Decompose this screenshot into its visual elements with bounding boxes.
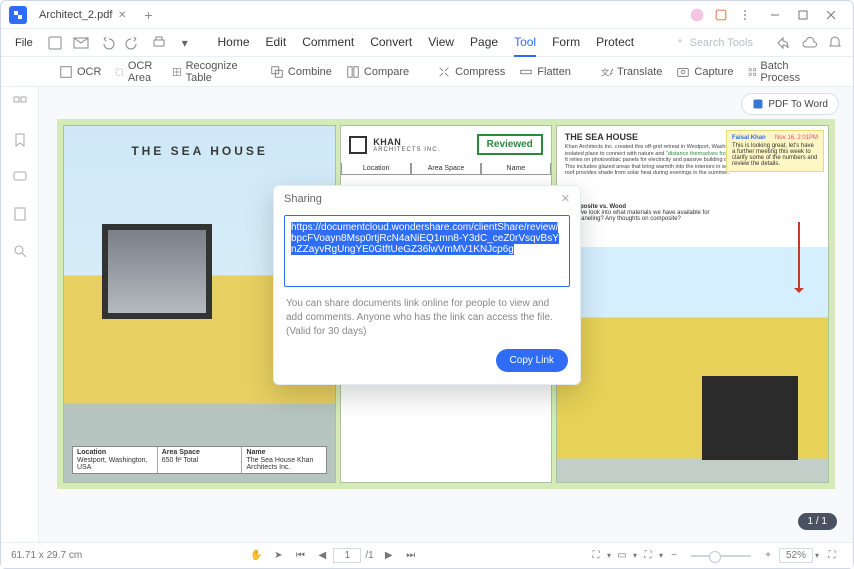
fit-width-icon[interactable]: ⛶ bbox=[589, 549, 603, 563]
zoom-out-icon[interactable]: − bbox=[667, 549, 681, 563]
recognize-table-button[interactable]: Recognize Table bbox=[172, 60, 242, 84]
sticky-note[interactable]: Faisal KhanNov 16, 2:01PM This is lookin… bbox=[726, 130, 824, 172]
page-total: /1 bbox=[365, 550, 373, 561]
display-mode-icon[interactable]: ▭ bbox=[615, 549, 629, 563]
word-icon bbox=[752, 98, 764, 110]
save-icon[interactable] bbox=[47, 35, 63, 51]
khan-logo-icon bbox=[349, 136, 367, 154]
tab-page[interactable]: Page bbox=[470, 29, 498, 57]
chat-icon[interactable] bbox=[12, 169, 28, 188]
last-page-icon[interactable]: ⏭ bbox=[404, 549, 418, 563]
tab-title: Architect_2.pdf bbox=[39, 9, 112, 21]
reviewed-stamp: Reviewed bbox=[477, 134, 543, 155]
pdf-to-word-button[interactable]: PDF To Word bbox=[741, 93, 839, 115]
close-modal-icon[interactable]: ✕ bbox=[561, 192, 570, 205]
compare-button[interactable]: Compare bbox=[346, 65, 409, 79]
compress-button[interactable]: Compress bbox=[437, 65, 505, 79]
tab-convert[interactable]: Convert bbox=[370, 29, 412, 57]
select-tool-icon[interactable]: ➤ bbox=[271, 549, 285, 563]
close-window-button[interactable] bbox=[817, 5, 845, 25]
modal-title: Sharing bbox=[284, 193, 322, 205]
new-tab-button[interactable]: + bbox=[138, 7, 158, 23]
search-tools[interactable]: Search Tools bbox=[674, 37, 753, 49]
chevron-down-icon[interactable]: ▾ bbox=[177, 35, 193, 51]
app-logo-icon bbox=[9, 6, 27, 24]
flatten-button[interactable]: Flatten bbox=[519, 65, 571, 79]
zoom-slider[interactable] bbox=[691, 555, 751, 557]
undo-icon[interactable] bbox=[99, 35, 115, 51]
maximize-button[interactable] bbox=[789, 5, 817, 25]
page-dimensions: 61.71 x 29.7 cm bbox=[11, 550, 82, 561]
sparkle-icon bbox=[674, 37, 686, 49]
copy-link-button[interactable]: Copy Link bbox=[496, 349, 568, 372]
menu-tabs: Home Edit Comment Convert View Page Tool… bbox=[217, 29, 634, 57]
ocr-area-button[interactable]: OCR Area bbox=[115, 60, 157, 84]
ocr-button[interactable]: OCR bbox=[59, 65, 101, 79]
info-table: LocationWestport, Washington, USA Area S… bbox=[72, 446, 327, 474]
illustration bbox=[102, 224, 212, 319]
tool-ribbon: OCR OCR Area Recognize Table Combine Com… bbox=[1, 57, 853, 87]
modal-description: You can share documents link online for … bbox=[274, 297, 580, 349]
file-menu[interactable]: File bbox=[11, 35, 37, 51]
bookmark-icon[interactable] bbox=[12, 132, 28, 151]
redo-icon[interactable] bbox=[125, 35, 141, 51]
title-bar: Architect_2.pdf ✕ + bbox=[1, 1, 853, 29]
attachment-icon[interactable] bbox=[12, 206, 28, 225]
chevron-down-icon[interactable]: ▾ bbox=[633, 551, 637, 560]
share-link-field[interactable]: https://documentcloud.wondershare.com/cl… bbox=[284, 215, 570, 287]
status-bar: 61.71 x 29.7 cm ✋ ➤ ⏮ ◀ 1 /1 ▶ ⏭ ⛶ ▾ ▭ ▾ ⛶… bbox=[1, 542, 853, 568]
fullscreen-icon[interactable]: ⛶ bbox=[825, 549, 839, 563]
chevron-down-icon[interactable]: ▾ bbox=[815, 551, 819, 560]
tab-form[interactable]: Form bbox=[552, 29, 580, 57]
next-page-icon[interactable]: ▶ bbox=[382, 549, 396, 563]
file-tab[interactable]: Architect_2.pdf ✕ bbox=[33, 7, 132, 23]
page-number-input[interactable]: 1 bbox=[333, 548, 361, 563]
more-menu-icon[interactable] bbox=[737, 7, 753, 23]
file-bar: File ▾ Home Edit Comment Convert View Pa… bbox=[1, 29, 853, 57]
avatar-icon[interactable] bbox=[689, 7, 705, 23]
first-page-icon[interactable]: ⏮ bbox=[293, 549, 307, 563]
tab-protect[interactable]: Protect bbox=[596, 29, 634, 57]
tab-comment[interactable]: Comment bbox=[302, 29, 354, 57]
hand-tool-icon[interactable]: ✋ bbox=[249, 549, 263, 563]
annotation-arrow-icon bbox=[798, 222, 800, 292]
tab-edit[interactable]: Edit bbox=[266, 29, 287, 57]
share-icon[interactable] bbox=[775, 35, 791, 51]
prev-page-icon[interactable]: ◀ bbox=[315, 549, 329, 563]
batch-process-button[interactable]: Batch Process bbox=[748, 60, 806, 84]
read-mode-icon[interactable]: ⛶ bbox=[641, 549, 655, 563]
illustration bbox=[702, 376, 798, 460]
print-icon[interactable] bbox=[151, 35, 167, 51]
mail-icon[interactable] bbox=[73, 35, 89, 51]
tab-home[interactable]: Home bbox=[217, 29, 249, 57]
bell-icon[interactable] bbox=[827, 35, 843, 51]
svg-text:文A: 文A bbox=[601, 66, 613, 77]
search-panel-icon[interactable] bbox=[12, 243, 28, 262]
tab-tool[interactable]: Tool bbox=[514, 29, 536, 57]
zoom-in-icon[interactable]: + bbox=[761, 549, 775, 563]
left-sidebar bbox=[1, 87, 39, 542]
tab-view[interactable]: View bbox=[428, 29, 454, 57]
zoom-value[interactable]: 52% bbox=[779, 548, 813, 563]
notifications-icon[interactable] bbox=[713, 7, 729, 23]
chevron-down-icon[interactable]: ▾ bbox=[659, 551, 663, 560]
page-indicator: 1 / 1 bbox=[798, 513, 837, 530]
chevron-down-icon[interactable]: ▾ bbox=[607, 551, 611, 560]
cloud-icon[interactable] bbox=[801, 35, 817, 51]
translate-button[interactable]: 文ATranslate bbox=[599, 65, 662, 79]
sharing-modal: Sharing ✕ https://documentcloud.wondersh… bbox=[273, 185, 581, 385]
annotation: Composite vs. Wood Can we look into what… bbox=[567, 204, 717, 222]
doc-title: THE SEA HOUSE bbox=[64, 144, 335, 158]
doc-column-3: THE SEA HOUSE Khan Architects Inc. creat… bbox=[556, 125, 829, 483]
capture-button[interactable]: Capture bbox=[676, 65, 733, 79]
combine-button[interactable]: Combine bbox=[270, 65, 332, 79]
thumbnails-icon[interactable] bbox=[12, 95, 28, 114]
close-tab-icon[interactable]: ✕ bbox=[118, 10, 126, 21]
minimize-button[interactable] bbox=[761, 5, 789, 25]
